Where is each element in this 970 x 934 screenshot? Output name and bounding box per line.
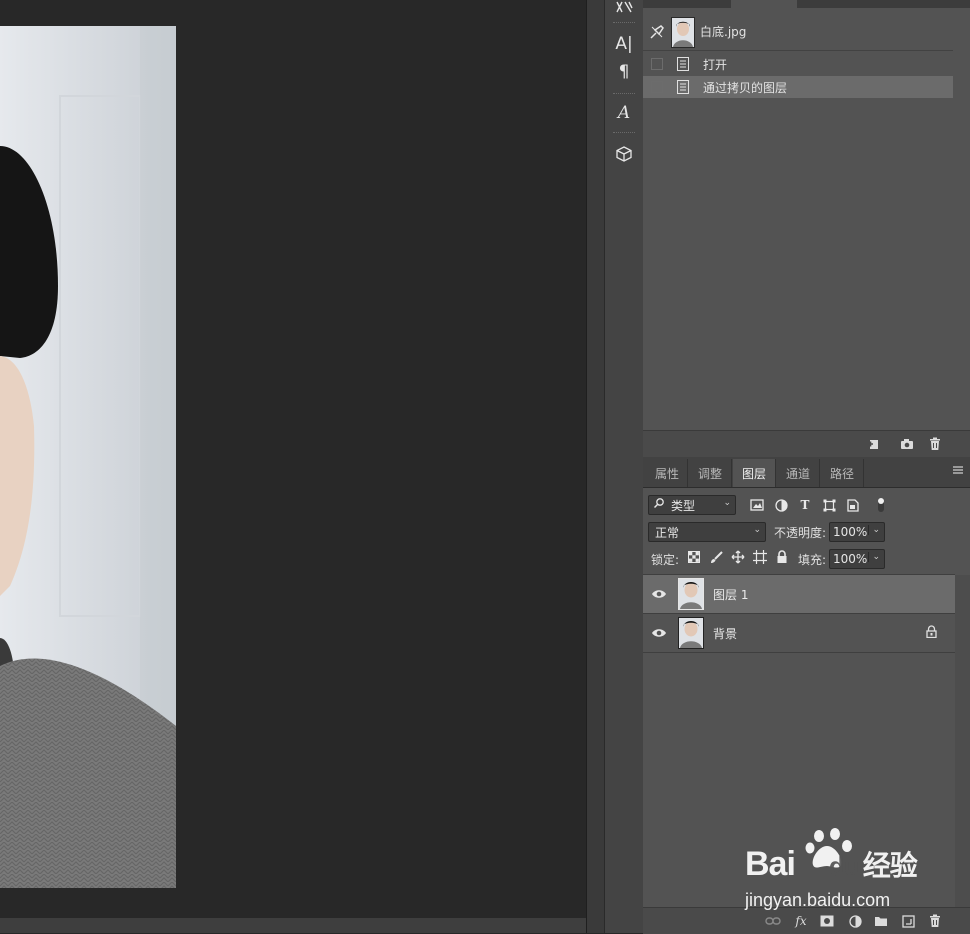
strip-divider bbox=[613, 22, 635, 23]
chevron-down-icon: ⌄ bbox=[753, 525, 761, 535]
tab-paths[interactable]: 路径 bbox=[821, 459, 864, 487]
panel-menu-icon[interactable] bbox=[952, 464, 966, 478]
layer-filter-dropdown[interactable]: 类型 ⌄ bbox=[648, 495, 736, 515]
lock-paint-icon[interactable] bbox=[708, 549, 724, 565]
history-item[interactable]: 通过拷贝的图层 bbox=[643, 76, 953, 98]
visibility-eye-icon[interactable] bbox=[651, 625, 667, 641]
watermark-brand: Bai bbox=[745, 845, 796, 883]
history-footer bbox=[643, 430, 970, 457]
lock-all-icon[interactable] bbox=[774, 549, 790, 565]
opacity-value[interactable]: 100% bbox=[830, 525, 867, 539]
chevron-down-icon: ⌄ bbox=[723, 498, 731, 508]
lock-label: 锁定: bbox=[651, 553, 680, 567]
watermark-brand-tail: du bbox=[828, 851, 860, 881]
snapshot-name: 白底.jpg bbox=[700, 25, 747, 39]
glyphs-icon[interactable]: A bbox=[609, 100, 639, 126]
tab-channels[interactable]: 通道 bbox=[777, 459, 820, 487]
layer-row[interactable]: 背景 bbox=[643, 614, 955, 653]
group-folder-icon[interactable] bbox=[873, 913, 889, 929]
document-state-icon bbox=[677, 57, 689, 71]
history-checkbox[interactable] bbox=[651, 58, 663, 70]
lock-transparent-icon[interactable] bbox=[686, 549, 702, 565]
document-state-icon bbox=[677, 80, 689, 94]
shape-filter-icon[interactable] bbox=[820, 496, 838, 514]
history-panel: 白底.jpg 打开 通过拷贝的图层 bbox=[643, 0, 970, 457]
snapshot-thumbnail bbox=[671, 17, 695, 48]
history-item-label: 通过拷贝的图层 bbox=[703, 80, 788, 95]
trash-icon[interactable] bbox=[927, 913, 943, 929]
mask-icon[interactable] bbox=[819, 913, 835, 929]
3d-icon[interactable] bbox=[609, 141, 639, 167]
history-brush-source-icon[interactable] bbox=[649, 24, 665, 40]
watermark-product: 经验 bbox=[862, 850, 918, 881]
character-icon[interactable]: A| bbox=[609, 31, 639, 57]
lock-position-icon[interactable] bbox=[730, 549, 746, 565]
vertical-scrollbar[interactable] bbox=[586, 0, 605, 933]
chevron-down-icon[interactable]: ⌄ bbox=[868, 552, 880, 562]
opacity-input[interactable]: 100% ⌄ bbox=[829, 522, 885, 542]
layer-lock-icon[interactable] bbox=[926, 625, 940, 639]
horizontal-scrollbar[interactable] bbox=[0, 918, 586, 933]
strip-divider bbox=[613, 132, 635, 133]
tab-layers[interactable]: 图层 bbox=[733, 459, 776, 487]
history-tab-bar bbox=[643, 0, 970, 8]
baidu-jingyan-watermark: Bai du 经验 jingyan.baidu.com bbox=[745, 828, 965, 913]
panel-icon-strip: A| ¶ A bbox=[604, 0, 644, 933]
photo-image bbox=[0, 26, 176, 888]
adjustment-filter-icon[interactable] bbox=[772, 496, 790, 514]
strip-divider bbox=[613, 93, 635, 94]
visibility-eye-icon[interactable] bbox=[651, 586, 667, 602]
fill-label: 填充: bbox=[798, 553, 827, 567]
fx-icon[interactable]: fx bbox=[793, 913, 809, 929]
layer-row[interactable]: 图层 1 bbox=[643, 575, 955, 614]
tab-properties[interactable]: 属性 bbox=[647, 459, 688, 487]
layer-thumbnail bbox=[678, 578, 704, 610]
adjustment-layer-icon[interactable] bbox=[847, 913, 863, 929]
lock-artboard-icon[interactable] bbox=[752, 549, 768, 565]
new-layer-icon[interactable] bbox=[900, 913, 916, 929]
chevron-down-icon[interactable]: ⌄ bbox=[868, 525, 880, 535]
new-document-icon[interactable] bbox=[866, 436, 882, 452]
snapshot-camera-icon[interactable] bbox=[899, 436, 915, 452]
type-filter-icon[interactable]: T bbox=[796, 496, 814, 514]
search-icon bbox=[653, 497, 665, 512]
history-checkbox[interactable] bbox=[651, 81, 663, 93]
layer-name: 图层 1 bbox=[713, 588, 749, 602]
character-paragraph-icon[interactable] bbox=[609, 0, 639, 20]
history-snapshot[interactable]: 白底.jpg bbox=[643, 14, 953, 51]
tab-adjustments[interactable]: 调整 bbox=[689, 459, 732, 487]
opacity-label: 不透明度: bbox=[774, 526, 827, 540]
paragraph-icon[interactable]: ¶ bbox=[609, 59, 639, 85]
layer-thumbnail bbox=[678, 617, 704, 649]
history-item-label: 打开 bbox=[703, 57, 728, 72]
history-item[interactable]: 打开 bbox=[643, 53, 953, 75]
blend-mode-dropdown[interactable]: 正常 ⌄ bbox=[648, 522, 766, 542]
link-icon[interactable] bbox=[765, 913, 781, 929]
fill-input[interactable]: 100% ⌄ bbox=[829, 549, 885, 569]
filter-toggle-icon[interactable] bbox=[872, 496, 890, 514]
smart-object-filter-icon[interactable] bbox=[844, 496, 862, 514]
layer-name: 背景 bbox=[713, 627, 738, 641]
blend-mode-value: 正常 bbox=[655, 525, 680, 540]
panel-tabs: 属性 调整 图层 通道 路径 bbox=[643, 457, 970, 488]
trash-icon[interactable] bbox=[927, 436, 943, 452]
watermark-url: jingyan.baidu.com bbox=[745, 890, 891, 910]
fill-value[interactable]: 100% bbox=[830, 552, 867, 566]
image-filter-icon[interactable] bbox=[748, 496, 766, 514]
